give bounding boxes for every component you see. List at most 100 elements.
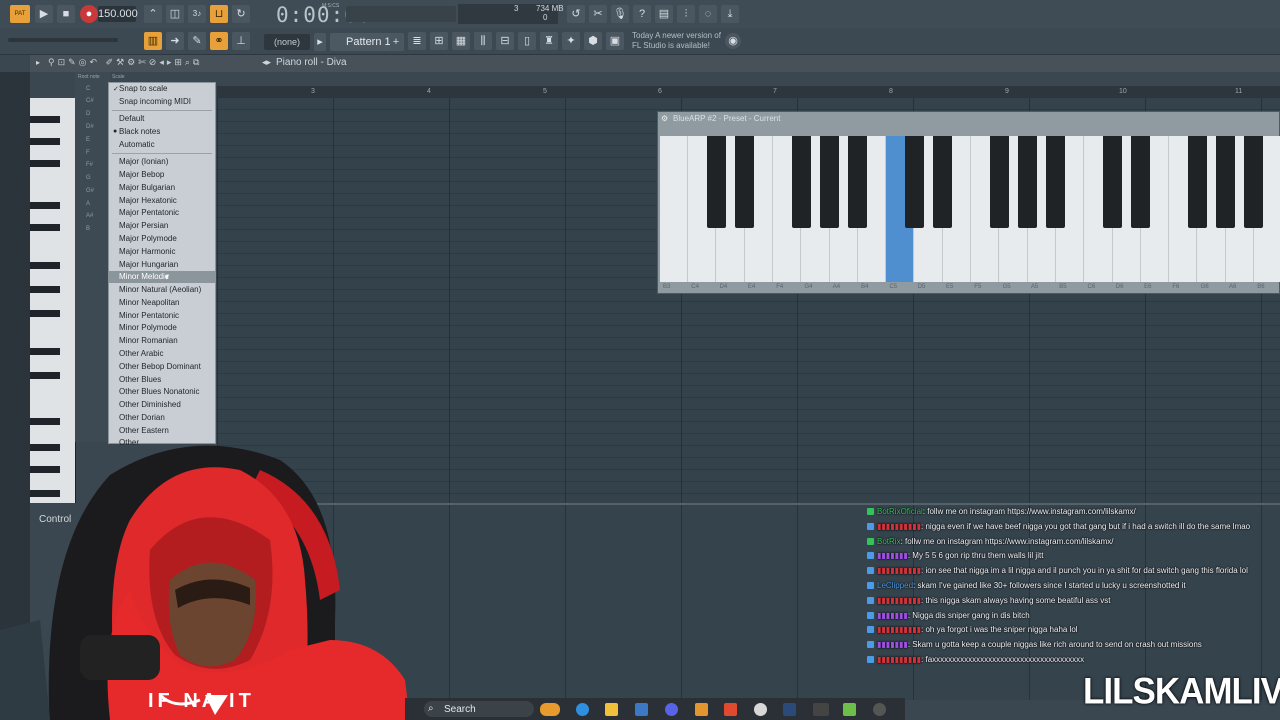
root-note[interactable]: B <box>86 226 90 232</box>
main-pitch-slider[interactable] <box>8 38 118 42</box>
cut-icon[interactable]: ✂ <box>589 5 607 23</box>
mixer-view-icon[interactable]: ⫼ <box>474 32 492 50</box>
arp-black-key[interactable] <box>1131 136 1151 228</box>
scale-item[interactable]: Major Persian <box>119 221 168 230</box>
mixer-icon[interactable]: ⫶ <box>677 5 695 23</box>
pattern-prev-icon[interactable]: ▸ <box>314 33 326 51</box>
root-note[interactable]: G <box>86 175 91 181</box>
scale-item[interactable]: Minor Neapolitan <box>119 298 179 307</box>
discord-icon[interactable] <box>665 703 678 716</box>
scale-item[interactable]: Minor Natural (Aeolian) <box>119 285 201 294</box>
news-icon[interactable]: ▣ <box>606 32 624 50</box>
root-note[interactable]: D# <box>86 124 94 130</box>
copilot-icon[interactable] <box>576 703 589 716</box>
scale-item[interactable]: Minor Pentatonic <box>119 311 179 320</box>
piano-roll-icon[interactable]: ▥ <box>144 32 162 50</box>
root-note[interactable]: A# <box>86 213 93 219</box>
chat-username[interactable]: ▮▮▮▮▮▮▮ <box>877 640 908 649</box>
menu-item-default[interactable]: Default <box>119 114 144 123</box>
4k-app-icon[interactable] <box>873 703 886 716</box>
pencil-icon[interactable]: ✎ <box>188 32 206 50</box>
countdown-icon[interactable]: 3♪ <box>188 5 206 23</box>
menu-item-automatic[interactable]: Automatic <box>119 140 155 149</box>
arp-black-key[interactable] <box>734 136 754 228</box>
chat-username[interactable]: BotRixOficial <box>877 507 923 516</box>
arp-black-key[interactable] <box>1017 136 1037 228</box>
account-icon[interactable]: ◉ <box>725 33 741 49</box>
arrangement-select[interactable]: (none) <box>264 34 310 50</box>
steam-icon[interactable] <box>783 703 796 716</box>
menu-item-snap-to-scale[interactable]: Snap to scale <box>119 84 167 93</box>
scale-item[interactable]: Major Hexatonic <box>119 196 177 205</box>
arp-black-key[interactable] <box>1102 136 1122 228</box>
root-note[interactable]: G# <box>86 188 94 194</box>
microphone-icon[interactable]: 🎙 <box>611 5 629 23</box>
arp-black-key[interactable] <box>848 136 868 228</box>
root-note[interactable]: A <box>86 201 90 207</box>
chat-username[interactable]: ▮▮▮▮▮▮▮▮▮▮ <box>877 596 921 605</box>
scale-item[interactable]: Other Blues <box>119 375 161 384</box>
plugin-picker-icon[interactable]: ▯ <box>518 32 536 50</box>
stamp-icon[interactable]: ⊥ <box>232 32 250 50</box>
stop-button[interactable]: ■ <box>57 5 75 23</box>
arrow-icon[interactable]: ➜ <box>166 32 184 50</box>
news-panel[interactable]: Today A newer version of FL Studio is av… <box>632 31 721 51</box>
arp-black-key[interactable] <box>904 136 924 228</box>
arp-black-key[interactable] <box>819 136 839 228</box>
obs-icon[interactable] <box>754 703 767 716</box>
scale-item[interactable]: Major Hungarian <box>119 260 178 269</box>
recording-icon[interactable]: ⬢ <box>584 32 602 50</box>
menu-item-snap-incoming-midi[interactable]: Snap incoming MIDI <box>119 97 191 106</box>
scale-item[interactable]: Other Diminished <box>119 400 181 409</box>
scale-item[interactable]: Other Bebop Dominant <box>119 362 201 371</box>
browser-icon[interactable]: ⊟ <box>496 32 514 50</box>
chat-username[interactable]: BotRix <box>877 537 901 546</box>
arp-black-key[interactable] <box>1046 136 1066 228</box>
root-note[interactable]: C# <box>86 98 94 104</box>
scale-item[interactable]: Major Bebop <box>119 170 164 179</box>
chat-icon[interactable]: ◌ <box>699 5 717 23</box>
brave-icon[interactable] <box>724 703 737 716</box>
help-icon[interactable]: ? <box>633 5 651 23</box>
blend-notes-icon[interactable]: ⊔ <box>210 5 228 23</box>
download-icon[interactable]: ⤓ <box>721 5 739 23</box>
plugin-icon[interactable]: ♜ <box>540 32 558 50</box>
playlist-icon[interactable]: ≣ <box>408 32 426 50</box>
root-note[interactable]: F <box>86 150 90 156</box>
scale-item[interactable]: Major Harmonic <box>119 247 175 256</box>
scale-item[interactable]: Major Bulgarian <box>119 183 175 192</box>
root-note[interactable]: C <box>86 86 90 92</box>
scale-item[interactable]: Major Pentatonic <box>119 208 179 217</box>
pattern-song-toggle[interactable]: PAT <box>10 5 30 23</box>
chat-username[interactable]: ▮▮▮▮▮▮▮ <box>877 551 908 560</box>
arp-black-key[interactable] <box>989 136 1009 228</box>
arp-black-key[interactable] <box>1187 136 1207 228</box>
save-icon[interactable]: ▤ <box>655 5 673 23</box>
scale-item-highlighted[interactable]: Minor Melodic <box>119 272 169 281</box>
chat-username[interactable]: ▮▮▮▮▮▮▮▮▮▮ <box>877 655 921 664</box>
root-note[interactable]: F# <box>86 162 93 168</box>
record-button[interactable]: ● <box>80 5 98 23</box>
menu-arrow-icon[interactable]: ▸ <box>36 58 40 67</box>
chat-username[interactable]: ▮▮▮▮▮▮▮ <box>877 611 908 620</box>
step-sequencer-icon[interactable]: ⊞ <box>430 32 448 50</box>
play-button[interactable]: ▶ <box>35 5 53 23</box>
app-icon[interactable] <box>813 703 829 716</box>
arp-black-key[interactable] <box>933 136 952 228</box>
link-icon[interactable]: ⚭ <box>210 32 228 50</box>
gear-icon[interactable]: ⚙ <box>661 114 668 123</box>
taskbar-search[interactable] <box>424 701 534 717</box>
store-icon[interactable] <box>635 703 648 716</box>
scale-item[interactable]: Other Arabic <box>119 349 163 358</box>
tempo-display[interactable]: 150.000 <box>98 6 138 22</box>
scale-item[interactable]: Major (Ionian) <box>119 157 168 166</box>
arp-black-key[interactable] <box>1244 136 1264 228</box>
scale-item[interactable]: Minor Romanian <box>119 336 178 345</box>
chat-username[interactable]: LeClipped <box>877 581 913 590</box>
arp-black-key[interactable] <box>706 136 726 228</box>
arp-black-key[interactable] <box>1216 136 1235 228</box>
root-note[interactable]: D <box>86 111 90 117</box>
weather-icon[interactable] <box>540 703 560 716</box>
root-note[interactable]: E <box>86 137 90 143</box>
scale-item[interactable]: Other Dorian <box>119 413 165 422</box>
